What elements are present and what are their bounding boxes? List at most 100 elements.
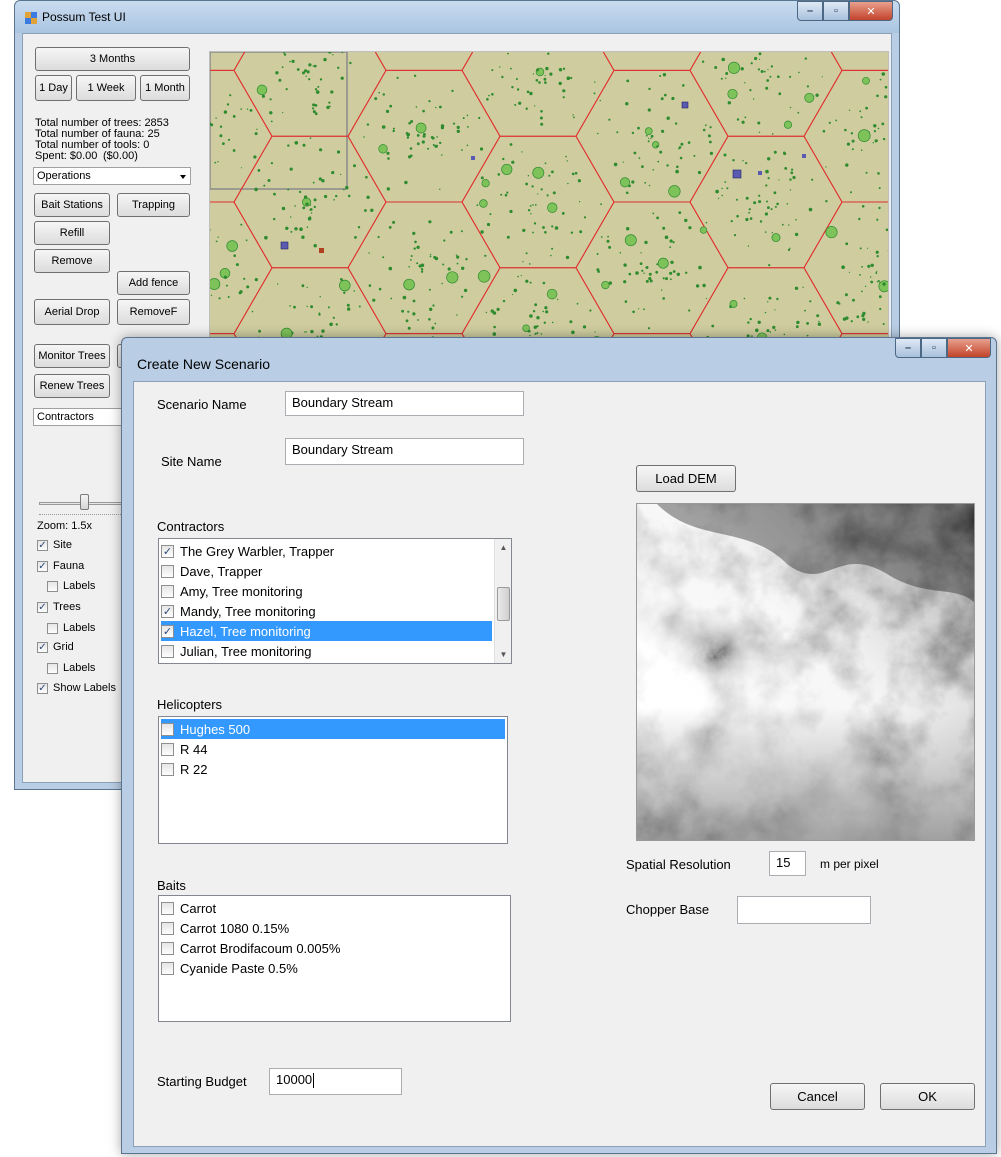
list-item[interactable]: Carrot Brodifacoum 0.005% — [161, 938, 508, 958]
tree-marker — [622, 161, 624, 163]
three-months-button[interactable]: 3 Months — [35, 47, 190, 71]
tree-marker — [794, 232, 799, 237]
fauna-checkbox[interactable]: ✓ Fauna — [37, 560, 84, 572]
checkbox-box[interactable] — [161, 941, 174, 955]
list-item[interactable]: Hughes 500 — [161, 719, 505, 739]
cancel-button[interactable]: Cancel — [770, 1083, 865, 1110]
tree-marker — [264, 235, 268, 240]
zoom-slider-thumb[interactable] — [80, 494, 89, 510]
dem-preview-image — [636, 503, 975, 841]
list-item[interactable]: Carrot 1080 0.15% — [161, 918, 508, 938]
tree-marker — [318, 312, 321, 315]
checkbox-box[interactable] — [161, 901, 174, 915]
helicopters-listbox[interactable]: Hughes 500 R 44 R 22 — [158, 716, 508, 844]
renew-trees-button[interactable]: Renew Trees — [34, 374, 110, 398]
minimize-icon[interactable]: – — [895, 338, 921, 358]
tree-marker — [407, 326, 411, 330]
site-map[interactable] — [209, 51, 889, 361]
scroll-down-icon[interactable]: ▼ — [495, 646, 511, 663]
tree-marker — [516, 88, 520, 91]
list-item[interactable]: Cyanide Paste 0.5% — [161, 958, 508, 978]
site-checkbox[interactable]: ✓ Site — [37, 539, 72, 551]
chopper-base-input[interactable] — [737, 896, 871, 924]
list-item-label: Hughes 500 — [180, 721, 251, 737]
site-name-input[interactable]: Boundary Stream — [285, 438, 524, 465]
refill-button[interactable]: Refill — [34, 221, 110, 245]
list-item[interactable]: Julian, Tree monitoring — [161, 641, 492, 661]
tree-marker — [792, 175, 796, 180]
trees-labels-checkbox[interactable]: Labels — [47, 622, 95, 634]
checkbox-box[interactable]: ✓ — [161, 604, 174, 618]
tree-marker — [531, 185, 534, 188]
checkbox-box[interactable] — [161, 584, 174, 598]
list-item[interactable]: R 44 — [161, 739, 505, 759]
trees-checkbox[interactable]: ✓ Trees — [37, 601, 81, 613]
remove-f-button[interactable]: RemoveF — [117, 299, 190, 325]
list-item[interactable]: Amy, Tree monitoring — [161, 581, 492, 601]
tree-marker — [769, 75, 772, 78]
spatial-resolution-input[interactable]: 15 — [769, 851, 806, 876]
checkbox-box[interactable] — [161, 921, 174, 935]
one-month-button[interactable]: 1 Month — [140, 75, 190, 101]
chopper-base-label: Chopper Base — [626, 902, 710, 917]
list-item[interactable]: R 22 — [161, 759, 505, 779]
checkbox-box[interactable] — [161, 742, 174, 756]
checkbox-box[interactable] — [161, 644, 174, 658]
list-item[interactable]: Carrot — [161, 898, 508, 918]
tree-marker — [765, 184, 768, 187]
aerial-drop-button[interactable]: Aerial Drop — [34, 299, 110, 325]
list-item[interactable]: ✓ Hazel, Tree monitoring — [161, 621, 492, 641]
checkbox-box[interactable] — [161, 762, 174, 776]
list-item[interactable]: ✓ The Grey Warbler, Trapper — [161, 541, 492, 561]
tree-marker — [358, 305, 361, 308]
tree-marker — [641, 269, 644, 272]
list-item[interactable]: Dave, Trapper — [161, 561, 492, 581]
monitor-trees-button[interactable]: Monitor Trees — [34, 344, 110, 368]
one-day-button[interactable]: 1 Day — [35, 75, 72, 101]
add-fence-button[interactable]: Add fence — [117, 271, 190, 295]
tree-marker — [529, 314, 533, 318]
maximize-icon[interactable]: ▫ — [823, 1, 849, 21]
tree-marker — [572, 114, 574, 116]
starting-budget-input[interactable]: 10000 — [269, 1068, 402, 1095]
checkbox-box[interactable]: ✓ — [161, 544, 174, 558]
show-labels-checkbox[interactable]: ✓ Show Labels — [37, 682, 116, 694]
window-title: Possum Test UI — [42, 10, 126, 24]
bait-stations-button[interactable]: Bait Stations — [34, 193, 110, 217]
tree-marker — [652, 141, 660, 149]
checkbox-box[interactable] — [161, 564, 174, 578]
close-icon[interactable]: ✕ — [947, 338, 991, 358]
list-item[interactable]: ✓ Mandy, Tree monitoring — [161, 601, 492, 621]
checkbox-box[interactable]: ✓ — [161, 624, 174, 638]
operations-combo[interactable]: Operations — [33, 167, 191, 185]
grid-labels-checkbox[interactable]: Labels — [47, 662, 95, 674]
baits-listbox[interactable]: Carrot Carrot 1080 0.15% Carrot Brodifacou… — [158, 895, 511, 1022]
tree-marker — [481, 179, 490, 188]
close-icon[interactable]: ✕ — [849, 1, 893, 21]
tree-marker — [781, 223, 784, 226]
contractors-scrollbar[interactable]: ▲ ▼ — [494, 539, 511, 663]
main-titlebar[interactable]: Possum Test UI – ▫ ✕ — [15, 1, 899, 33]
load-dem-button[interactable]: Load DEM — [636, 465, 736, 492]
scroll-thumb[interactable] — [497, 587, 510, 621]
tree-marker — [219, 134, 223, 138]
tree-marker — [709, 140, 712, 144]
checkbox-box[interactable] — [161, 722, 174, 736]
one-week-button[interactable]: 1 Week — [76, 75, 136, 101]
fauna-labels-checkbox[interactable]: Labels — [47, 580, 95, 592]
maximize-icon[interactable]: ▫ — [921, 338, 947, 358]
tree-marker — [378, 91, 380, 94]
ok-button[interactable]: OK — [880, 1083, 975, 1110]
scroll-up-icon[interactable]: ▲ — [495, 539, 511, 556]
trapping-button[interactable]: Trapping — [117, 193, 190, 217]
contractors-listbox[interactable]: ✓ The Grey Warbler, Trapper Dave, Trapper A… — [158, 538, 512, 664]
checkbox-box[interactable] — [161, 961, 174, 975]
remove-button[interactable]: Remove — [34, 249, 110, 273]
scenario-name-input[interactable]: Boundary Stream — [285, 391, 524, 416]
tree-marker — [661, 129, 665, 133]
contractors-combo[interactable]: Contractors — [33, 408, 133, 426]
tree-marker — [769, 331, 772, 333]
grid-checkbox[interactable]: ✓ Grid — [37, 641, 74, 653]
minimize-icon[interactable]: – — [797, 1, 823, 21]
site-map-canvas[interactable] — [210, 52, 889, 361]
